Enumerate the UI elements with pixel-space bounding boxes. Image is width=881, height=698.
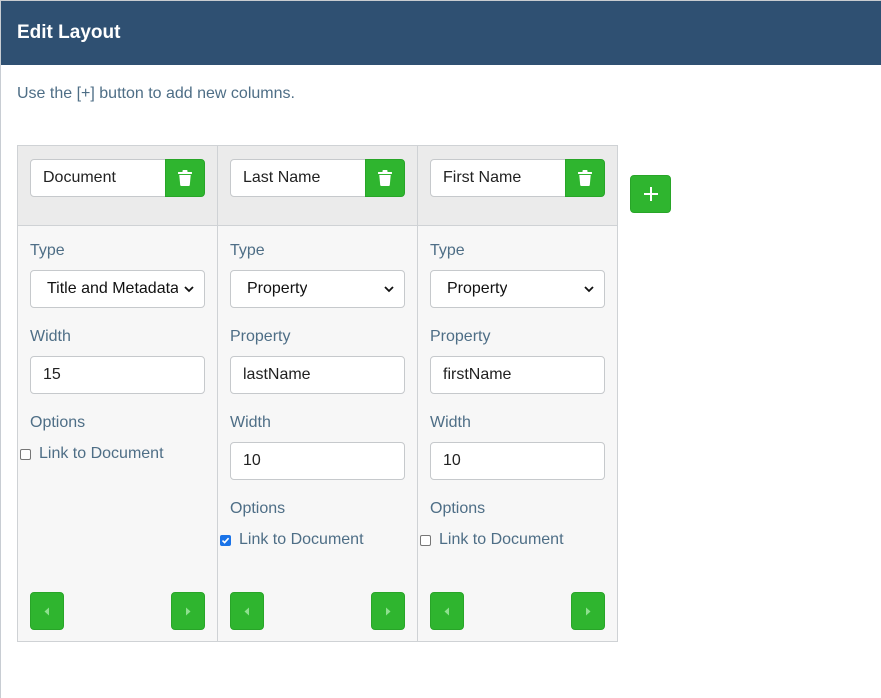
width-input[interactable] [230, 442, 405, 480]
type-select-value: Property [447, 280, 508, 297]
width-label: Width [30, 328, 71, 345]
width-label: Width [230, 414, 271, 431]
link-to-document-checkbox[interactable] [420, 534, 431, 546]
link-to-document-option[interactable]: Link to Document [220, 531, 364, 549]
chevron-down-icon [184, 286, 194, 293]
trash-icon [178, 170, 192, 186]
caret-left-icon [444, 607, 449, 615]
options-label: Options [430, 500, 486, 517]
type-label: Type [430, 242, 465, 259]
move-left-button[interactable] [30, 592, 64, 630]
move-right-button[interactable] [171, 592, 205, 630]
link-to-document-label: Link to Document [239, 531, 364, 548]
column-name-input[interactable] [430, 159, 566, 197]
move-left-button[interactable] [230, 592, 264, 630]
delete-column-button[interactable] [165, 159, 205, 197]
link-to-document-option[interactable]: Link to Document [20, 445, 164, 463]
modal-header: Edit Layout [1, 1, 881, 65]
property-input[interactable] [430, 356, 605, 394]
type-select[interactable]: Title and Metadata [30, 270, 205, 308]
delete-column-button[interactable] [565, 159, 605, 197]
options-label: Options [230, 500, 286, 517]
width-label: Width [430, 414, 471, 431]
hint-text: Use the [+] button to add new columns. [17, 85, 295, 102]
link-to-document-option[interactable]: Link to Document [420, 531, 564, 549]
column-name-input[interactable] [30, 159, 166, 197]
type-select-value: Title and Metadata [47, 280, 178, 297]
width-input[interactable] [30, 356, 205, 394]
column-header [218, 146, 417, 226]
trash-icon [378, 170, 392, 186]
edit-layout-modal: Edit Layout Use the [+] button to add ne… [0, 1, 881, 698]
link-to-document-checkbox[interactable] [20, 448, 31, 460]
layout-column: Type Property Property Width Options Lin… [418, 146, 618, 641]
column-editor: Type Title and Metadata Width Options Li… [17, 145, 618, 642]
chevron-down-icon [384, 286, 394, 293]
type-label: Type [30, 242, 65, 259]
move-right-button[interactable] [371, 592, 405, 630]
type-select-value: Property [247, 280, 308, 297]
width-input[interactable] [430, 442, 605, 480]
caret-right-icon [386, 607, 391, 615]
options-label: Options [30, 414, 86, 431]
checkmark-icon [221, 537, 230, 544]
column-name-input[interactable] [230, 159, 366, 197]
layout-column: Type Property Property Width Options Lin… [218, 146, 418, 641]
chevron-down-icon [584, 286, 594, 293]
column-header [418, 146, 617, 226]
link-to-document-label: Link to Document [439, 531, 564, 548]
property-label: Property [230, 328, 291, 345]
caret-right-icon [186, 607, 191, 615]
move-left-button[interactable] [430, 592, 464, 630]
type-select[interactable]: Property [230, 270, 405, 308]
caret-left-icon [244, 607, 249, 615]
move-right-button[interactable] [571, 592, 605, 630]
trash-icon [578, 170, 592, 186]
link-to-document-checkbox[interactable] [220, 534, 231, 546]
layout-column: Type Title and Metadata Width Options Li… [18, 146, 218, 641]
caret-right-icon [586, 607, 591, 615]
modal-title: Edit Layout [17, 22, 121, 43]
type-select[interactable]: Property [430, 270, 605, 308]
type-label: Type [230, 242, 265, 259]
link-to-document-label: Link to Document [39, 445, 164, 462]
caret-left-icon [44, 607, 49, 615]
property-label: Property [430, 328, 491, 345]
delete-column-button[interactable] [365, 159, 405, 197]
add-column-button[interactable] [630, 175, 671, 213]
plus-icon [643, 187, 658, 201]
property-input[interactable] [230, 356, 405, 394]
column-header [18, 146, 217, 226]
